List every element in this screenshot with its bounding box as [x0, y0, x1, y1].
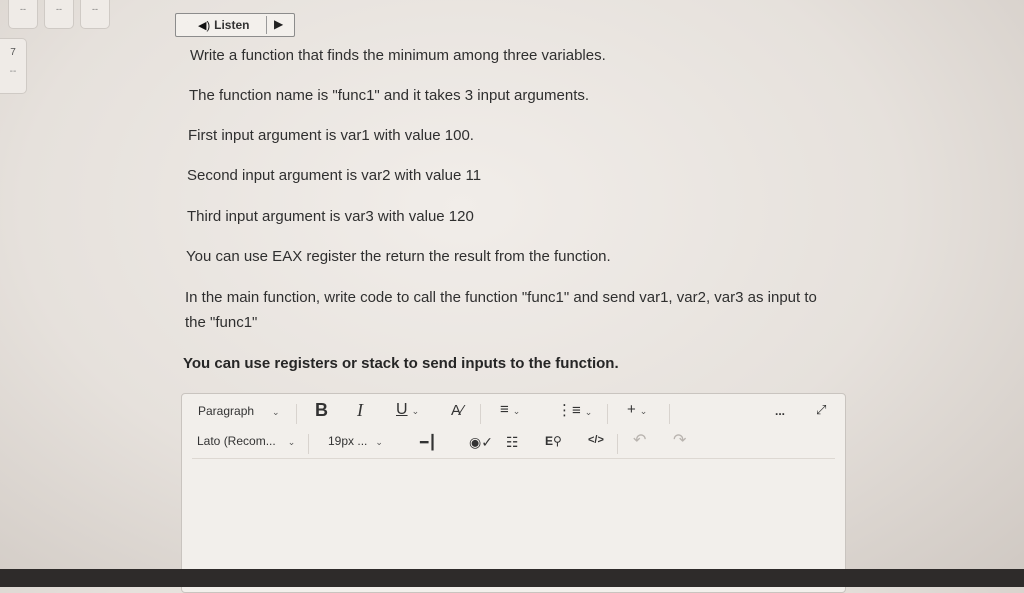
- align-icon[interactable]: ≡ ⌄: [500, 401, 520, 418]
- toolbar-divider: [308, 434, 309, 454]
- underline-label: U: [396, 401, 408, 418]
- play-icon[interactable]: ▶: [274, 17, 283, 31]
- listen-label: Listen: [214, 18, 250, 32]
- chevron-down-icon: ⌄: [287, 437, 296, 447]
- listen-button[interactable]: ◀) Listen ▶: [175, 13, 295, 37]
- question-status-marker: --: [9, 66, 17, 77]
- italic-button[interactable]: I: [357, 400, 363, 421]
- toolbar-divider: [617, 434, 618, 454]
- question-line: In the main function, write code to call…: [185, 289, 817, 331]
- toolbar-divider: [669, 404, 670, 424]
- editor-toolbar-row-1: Paragraph ⌄ B I U ⌄ A⁄ ≡ ⌄ ⋮≡ ⌄ + ⌄ ... ⤢: [182, 398, 845, 428]
- fullscreen-icon[interactable]: ⤢: [816, 402, 826, 418]
- question-line: First input argument is var1 with value …: [188, 127, 474, 144]
- toolbar-bottom-border: [192, 458, 835, 459]
- chevron-down-icon: ⌄: [639, 406, 648, 416]
- nav-box-3[interactable]: --: [80, 0, 110, 29]
- font-size-label: 19px ...: [328, 434, 368, 448]
- block-format-label: Paragraph: [198, 404, 255, 418]
- question-line: The function name is "func1" and it take…: [189, 87, 590, 104]
- question-line-emphasis: You can use registers or stack to send i…: [183, 355, 619, 372]
- question-line: Write a function that finds the minimum …: [190, 47, 606, 64]
- source-code-button[interactable]: </>: [588, 434, 604, 446]
- font-size-select[interactable]: 19px ... ⌄: [328, 434, 383, 448]
- plus-icon[interactable]: + ⌄: [627, 401, 647, 418]
- undo-icon[interactable]: ↶: [633, 430, 646, 450]
- question-number: 7: [10, 47, 16, 58]
- toolbar-divider: [480, 404, 481, 424]
- font-family-select[interactable]: Lato (Recom... ⌄: [197, 434, 295, 448]
- question-nav: -- -- --: [0, 0, 140, 30]
- editor-toolbar-row-2: Lato (Recom... ⌄ 19px ... ⌄ ━┃ ◉✓ ☷ E⚲ </>…: [182, 428, 845, 458]
- redo-icon[interactable]: ↷: [673, 430, 686, 450]
- nav-box-label: --: [92, 4, 98, 14]
- answer-editor[interactable]: Paragraph ⌄ B I U ⌄ A⁄ ≡ ⌄ ⋮≡ ⌄ + ⌄ ... ⤢ Lat…: [181, 393, 846, 593]
- nav-box-label: --: [56, 4, 62, 14]
- chevron-down-icon: ⌄: [411, 406, 420, 416]
- chevron-down-icon: ⌄: [584, 407, 593, 417]
- font-family-label: Lato (Recom...: [197, 434, 276, 448]
- bold-button[interactable]: B: [315, 400, 328, 421]
- list-icon[interactable]: ⋮≡ ⌄: [557, 401, 592, 419]
- nav-box-label: --: [20, 4, 26, 14]
- screen-bottom-bezel: [0, 569, 1024, 587]
- table-icon[interactable]: ☷: [506, 434, 519, 451]
- question-line: Second input argument is var2 with value…: [187, 167, 482, 184]
- chevron-down-icon: ⌄: [512, 406, 521, 416]
- block-format-select[interactable]: Paragraph ⌄: [198, 404, 280, 418]
- toolbar-divider: [296, 404, 297, 424]
- more-button[interactable]: ...: [775, 404, 785, 418]
- listen-divider: [266, 16, 267, 34]
- question-line: You can use EAX register the return the …: [186, 248, 611, 265]
- toolbar-divider: [607, 404, 608, 424]
- nav-box-1[interactable]: --: [8, 0, 38, 29]
- underline-button[interactable]: U ⌄: [396, 401, 419, 419]
- text-color-icon[interactable]: A⁄: [451, 402, 464, 419]
- find-replace-icon[interactable]: E⚲: [545, 434, 562, 448]
- question-line: Third input argument is var3 with value …: [187, 208, 474, 225]
- format-painter-icon[interactable]: ━┃: [420, 434, 437, 451]
- chevron-down-icon: ⌄: [375, 437, 383, 447]
- chevron-down-icon: ⌄: [272, 407, 280, 417]
- question-number-tab[interactable]: 7 --: [0, 38, 27, 94]
- nav-box-2[interactable]: --: [44, 0, 74, 29]
- accessibility-icon[interactable]: ◉✓: [469, 434, 493, 451]
- speaker-icon: ◀): [198, 19, 211, 32]
